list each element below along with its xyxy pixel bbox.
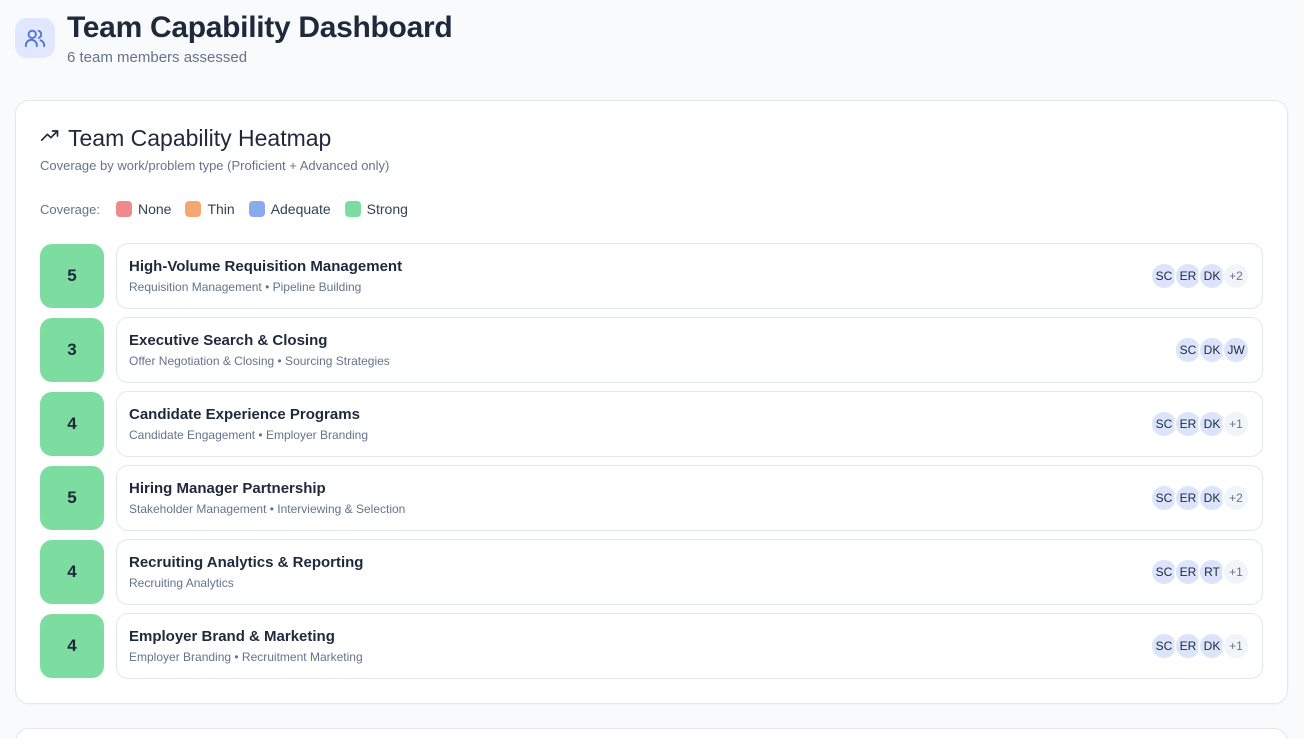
avatar[interactable]: JW: [1222, 336, 1250, 364]
next-section-card: [15, 728, 1288, 739]
legend-swatch: [344, 201, 361, 217]
coverage-score: 4: [40, 614, 104, 678]
legend-swatch: [115, 201, 132, 217]
member-avatars: SC ER DK +1: [1150, 632, 1250, 660]
member-avatars: SC ER DK +2: [1150, 262, 1250, 290]
page-header: Team Capability Dashboard 6 team members…: [15, 10, 453, 66]
capability-card[interactable]: Employer Brand & Marketing Employer Bran…: [116, 613, 1263, 679]
heatmap-subtitle: Coverage by work/problem type (Proficien…: [40, 158, 390, 173]
member-avatars: SC ER DK +1: [1150, 410, 1250, 438]
capability-rows: 5 High-Volume Requisition Management Req…: [40, 243, 1263, 687]
page-title: Team Capability Dashboard: [67, 11, 453, 44]
legend-item-label: Adequate: [270, 201, 331, 217]
heatmap-title-row: Team Capability Heatmap: [40, 125, 331, 152]
legend-item-thin: Thin: [185, 201, 235, 217]
capability-card[interactable]: Candidate Experience Programs Candidate …: [116, 391, 1263, 457]
capability-row: 5 Hiring Manager Partnership Stakeholder…: [40, 465, 1263, 531]
legend-item-adequate: Adequate: [248, 201, 331, 217]
legend-swatch: [248, 201, 265, 217]
capability-title: Hiring Manager Partnership: [129, 480, 326, 497]
capability-card[interactable]: Hiring Manager Partnership Stakeholder M…: [116, 465, 1263, 531]
capability-card[interactable]: High-Volume Requisition Management Requi…: [116, 243, 1263, 309]
legend-label: Coverage:: [40, 201, 100, 217]
capability-row: 4 Recruiting Analytics & Reporting Recru…: [40, 539, 1263, 605]
page-subtitle: 6 team members assessed: [67, 49, 248, 66]
capability-skills: Candidate Engagement • Employer Branding: [129, 428, 369, 442]
coverage-score: 4: [40, 540, 104, 604]
capability-title: High-Volume Requisition Management: [129, 258, 403, 275]
capability-card[interactable]: Executive Search & Closing Offer Negotia…: [116, 317, 1263, 383]
capability-title: Executive Search & Closing: [129, 332, 328, 349]
coverage-legend: Coverage: None Thin Adequate Strong: [40, 201, 422, 217]
trending-up-icon: [40, 126, 60, 151]
coverage-score: 5: [40, 466, 104, 530]
capability-skills: Recruiting Analytics: [129, 576, 234, 590]
heatmap-card: Team Capability Heatmap Coverage by work…: [15, 100, 1288, 704]
heatmap-title: Team Capability Heatmap: [68, 125, 332, 151]
capability-skills: Requisition Management • Pipeline Buildi…: [129, 280, 362, 294]
capability-skills: Offer Negotiation & Closing • Sourcing S…: [129, 354, 390, 368]
users-icon: [15, 18, 55, 58]
legend-item-label: Thin: [207, 201, 235, 217]
legend-item-none: None: [115, 201, 172, 217]
capability-title: Recruiting Analytics & Reporting: [129, 554, 364, 571]
legend-item-label: Strong: [366, 201, 408, 217]
capability-row: 4 Employer Brand & Marketing Employer Br…: [40, 613, 1263, 679]
coverage-score: 3: [40, 318, 104, 382]
member-avatars: SC DK JW: [1174, 336, 1250, 364]
more-members-badge[interactable]: +2: [1222, 484, 1250, 512]
capability-title: Candidate Experience Programs: [129, 406, 360, 423]
member-avatars: SC ER DK +2: [1150, 484, 1250, 512]
capability-row: 4 Candidate Experience Programs Candidat…: [40, 391, 1263, 457]
legend-item-strong: Strong: [344, 201, 408, 217]
coverage-score: 4: [40, 392, 104, 456]
legend-swatch: [185, 201, 202, 217]
more-members-badge[interactable]: +1: [1222, 632, 1250, 660]
more-members-badge[interactable]: +2: [1222, 262, 1250, 290]
member-avatars: SC ER RT +1: [1150, 558, 1250, 586]
capability-row: 3 Executive Search & Closing Offer Negot…: [40, 317, 1263, 383]
more-members-badge[interactable]: +1: [1222, 558, 1250, 586]
legend-item-label: None: [137, 201, 172, 217]
capability-row: 5 High-Volume Requisition Management Req…: [40, 243, 1263, 309]
capability-card[interactable]: Recruiting Analytics & Reporting Recruit…: [116, 539, 1263, 605]
more-members-badge[interactable]: +1: [1222, 410, 1250, 438]
capability-title: Employer Brand & Marketing: [129, 628, 335, 645]
coverage-score: 5: [40, 244, 104, 308]
capability-skills: Stakeholder Management • Interviewing & …: [129, 502, 406, 516]
capability-skills: Employer Branding • Recruitment Marketin…: [129, 650, 363, 664]
